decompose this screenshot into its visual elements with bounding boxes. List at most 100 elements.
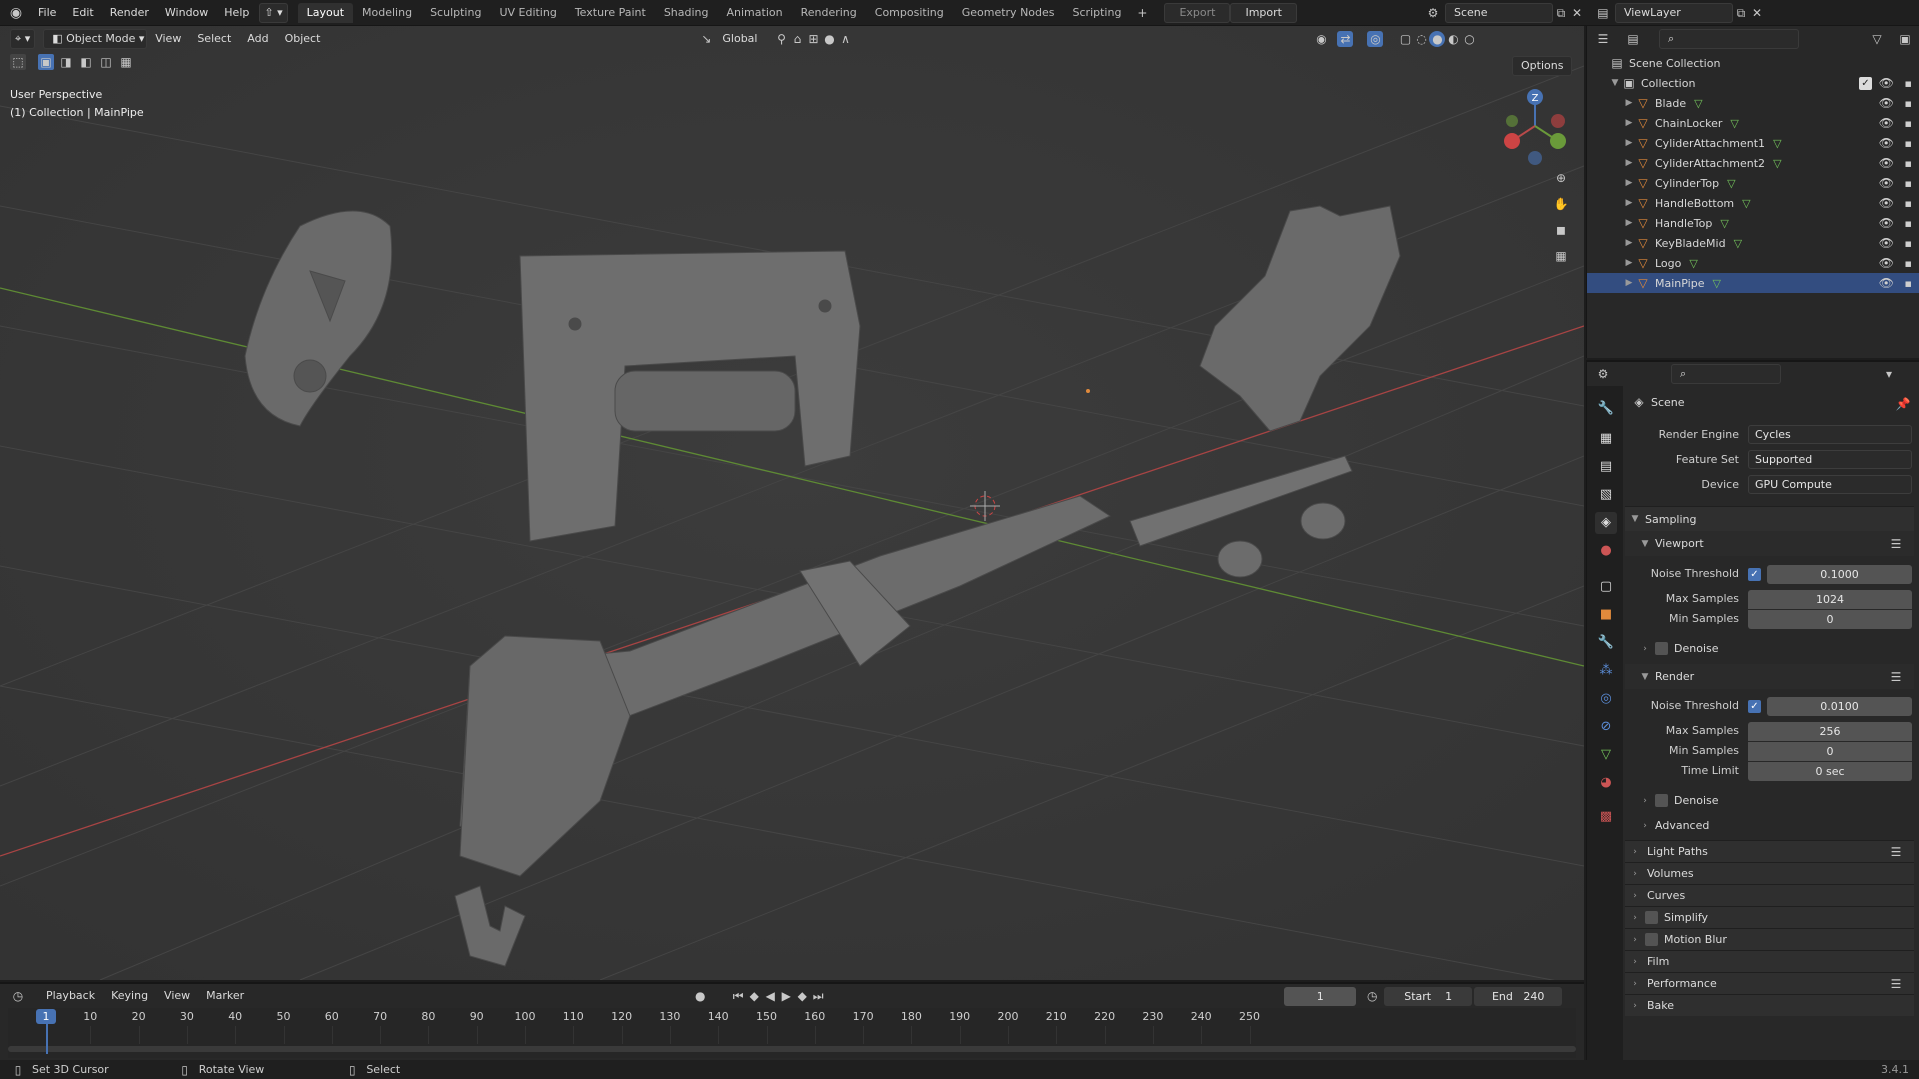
panel-checkbox[interactable] <box>1645 933 1658 946</box>
3d-viewport[interactable]: ⌖ ▾ ◧ Object Mode ▾ View Select Add Obje… <box>0 26 1584 980</box>
select-subtract-icon[interactable]: ◧ <box>78 54 94 70</box>
viewport-menu-view[interactable]: View <box>147 28 189 50</box>
time-limit-field[interactable]: 0 sec <box>1748 762 1912 781</box>
new-view-layer-icon[interactable]: ⧉ <box>1733 5 1749 21</box>
tab-uv-editing[interactable]: UV Editing <box>490 3 565 23</box>
solid-shading-icon[interactable]: ● <box>1429 31 1446 47</box>
panel-presets-icon[interactable]: ☰ <box>1888 976 1904 992</box>
device-dropdown[interactable]: GPU Compute <box>1748 475 1912 494</box>
mesh-data-icon[interactable]: ▽ <box>1773 137 1781 150</box>
new-scene-icon[interactable]: ⧉ <box>1553 5 1569 21</box>
xray-icon[interactable]: ▢ <box>1397 31 1413 47</box>
viewport-menu-select[interactable]: Select <box>189 28 239 50</box>
snap-settings-icon[interactable]: ⊞ <box>805 31 821 47</box>
viewport-denoise-row[interactable]: › Denoise <box>1639 642 1719 655</box>
outliner-item[interactable]: ▶ ▽ CyliderAttachment2 ▽ 👁 ▪ <box>1587 153 1919 173</box>
particles-tab-icon[interactable]: ⁂ <box>1595 660 1617 682</box>
outliner-item[interactable]: ▶ ▽ CyliderAttachment1 ▽ 👁 ▪ <box>1587 133 1919 153</box>
select-extend-icon[interactable]: ◨ <box>58 54 74 70</box>
mesh-data-icon[interactable]: ▽ <box>1720 217 1728 230</box>
prev-keyframe-icon[interactable]: ◆ <box>746 988 762 1004</box>
next-keyframe-icon[interactable]: ◆ <box>794 988 810 1004</box>
camera-icon[interactable]: ▪ <box>1905 197 1912 210</box>
timeline-menu-playback[interactable]: Playback <box>38 985 103 1007</box>
import-button[interactable]: Import <box>1230 2 1297 23</box>
material-tab-icon[interactable]: ◕ <box>1595 772 1617 794</box>
constraints-tab-icon[interactable]: ⊘ <box>1595 716 1617 738</box>
tab-geometry-nodes[interactable]: Geometry Nodes <box>953 3 1064 23</box>
expand-arrow-icon[interactable]: ▶ <box>1623 218 1635 228</box>
record-icon[interactable]: ● <box>692 988 708 1004</box>
select-invert-icon[interactable]: ◫ <box>98 54 114 70</box>
camera-icon[interactable]: ▪ <box>1905 77 1912 90</box>
camera-icon[interactable]: ▪ <box>1905 117 1912 130</box>
delete-view-layer-icon[interactable]: ✕ <box>1749 5 1765 21</box>
start-frame-field[interactable]: Start 1 <box>1384 986 1473 1006</box>
preview-range-icon[interactable]: ◷ <box>1364 988 1380 1004</box>
view-layer-tab-icon[interactable]: ▧ <box>1595 484 1617 506</box>
timeline-menu-marker[interactable]: Marker <box>198 985 252 1007</box>
jump-end-icon[interactable]: ⏭ <box>810 988 826 1004</box>
editor-type-button[interactable]: ⌖ ▾ <box>10 29 36 49</box>
eye-icon[interactable]: 👁 <box>1879 116 1894 130</box>
zoom-icon[interactable]: ⊕ <box>1553 170 1569 186</box>
outliner-item[interactable]: ▶ ▽ MainPipe ▽ 👁 ▪ <box>1587 273 1919 293</box>
scene-tab-icon[interactable]: ◈ <box>1595 512 1617 534</box>
timeline-menu-keying[interactable]: Keying <box>103 985 156 1007</box>
modifier-tab-icon[interactable]: 🔧 <box>1595 632 1617 654</box>
expand-arrow-icon[interactable]: ▶ <box>1623 118 1635 128</box>
camera-icon[interactable]: ▪ <box>1905 237 1912 250</box>
camera-icon[interactable]: ▪ <box>1905 157 1912 170</box>
scene-collection-row[interactable]: ▤ Scene Collection <box>1587 53 1919 73</box>
viewport-noise-threshold-checkbox[interactable]: ✓ <box>1748 568 1761 581</box>
camera-icon[interactable]: ▪ <box>1905 177 1912 190</box>
outliner-item[interactable]: ▶ ▽ HandleTop ▽ 👁 ▪ <box>1587 213 1919 233</box>
mesh-data-icon[interactable]: ▽ <box>1730 117 1738 130</box>
texture-tab-icon[interactable]: ▩ <box>1595 806 1617 828</box>
tab-modeling[interactable]: Modeling <box>353 3 421 23</box>
outliner-editor-icon[interactable]: ☰ <box>1595 31 1611 47</box>
display-mode-icon[interactable]: ▤ <box>1625 31 1641 47</box>
options-button[interactable]: Options <box>1512 56 1573 76</box>
sampling-panel-header[interactable]: ▼ Sampling <box>1625 506 1914 531</box>
menu-help[interactable]: Help <box>216 2 257 24</box>
timeline-editor-icon[interactable]: ◷ <box>10 988 26 1004</box>
properties-search-input[interactable]: ⌕ <box>1671 364 1781 384</box>
blender-logo-icon[interactable]: ◉ <box>8 5 24 21</box>
rendered-shading-icon[interactable]: ○ <box>1461 31 1477 47</box>
render-min-samples-field[interactable]: 0 <box>1748 742 1912 761</box>
eye-icon[interactable]: 👁 <box>1879 256 1894 270</box>
eye-icon[interactable]: 👁 <box>1879 196 1894 210</box>
render-noise-threshold-field[interactable]: 0.0100 <box>1767 697 1912 716</box>
mesh-data-icon[interactable]: ▽ <box>1689 257 1697 270</box>
select-new-icon[interactable]: ▣ <box>38 54 54 70</box>
render-max-samples-field[interactable]: 256 <box>1748 722 1912 741</box>
camera-icon[interactable]: ▪ <box>1905 257 1912 270</box>
eye-icon[interactable]: 👁 <box>1879 136 1894 150</box>
object-mode-selector[interactable]: ◧ Object Mode ▾ <box>43 29 148 49</box>
orientation-selector[interactable]: Global <box>714 28 765 50</box>
viewport-menu-add[interactable]: Add <box>239 28 276 50</box>
collection-expand-icon[interactable]: ▼ <box>1609 78 1621 88</box>
mesh-data-icon[interactable]: ▽ <box>1727 177 1735 190</box>
visibility-icon[interactable]: ◉ <box>1313 31 1329 47</box>
tab-layout[interactable]: Layout <box>297 2 354 23</box>
view-layer-icon[interactable]: ▤ <box>1595 5 1611 21</box>
menu-render[interactable]: Render <box>102 2 157 24</box>
viewport-max-samples-field[interactable]: 1024 <box>1748 590 1912 609</box>
timeline-scrollbar[interactable] <box>8 1046 1576 1052</box>
pivot-icon[interactable]: ⚲ <box>773 31 789 47</box>
viewport-subpanel-header[interactable]: ▼ Viewport ☰ <box>1625 531 1914 556</box>
panel-curves[interactable]: › Curves <box>1625 884 1914 906</box>
timeline-menu-view[interactable]: View <box>156 985 198 1007</box>
outliner-item[interactable]: ▶ ▽ KeyBladeMid ▽ 👁 ▪ <box>1587 233 1919 253</box>
expand-arrow-icon[interactable]: ▶ <box>1623 198 1635 208</box>
tab-scripting[interactable]: Scripting <box>1064 3 1131 23</box>
eye-icon[interactable]: 👁 <box>1879 96 1894 110</box>
expand-arrow-icon[interactable]: ▶ <box>1623 238 1635 248</box>
menu-window[interactable]: Window <box>157 2 216 24</box>
expand-arrow-icon[interactable]: ▶ <box>1623 178 1635 188</box>
delete-scene-icon[interactable]: ✕ <box>1569 5 1585 21</box>
panel-film[interactable]: › Film <box>1625 950 1914 972</box>
eye-icon[interactable]: 👁 <box>1879 176 1894 190</box>
